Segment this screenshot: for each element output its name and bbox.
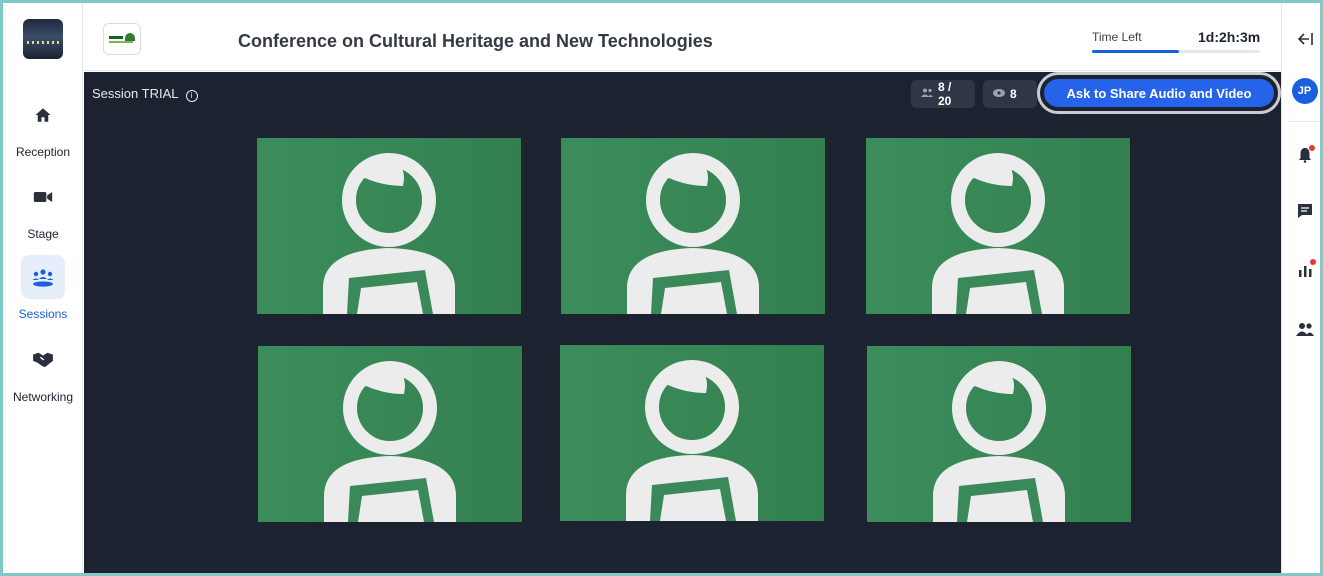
- sidebar-item-reception[interactable]: Reception: [3, 93, 83, 159]
- sidebar-item-label: Networking: [12, 390, 74, 404]
- participant-video-tile[interactable]: [560, 345, 824, 521]
- header: Conference on Cultural Heritage and New …: [84, 3, 1281, 71]
- page-title: Conference on Cultural Heritage and New …: [238, 31, 713, 51]
- viewer-count: 8: [1010, 87, 1017, 101]
- sidebar-item-label: Reception: [15, 145, 71, 159]
- avatar-placeholder-icon: [258, 346, 522, 522]
- collapse-arrow-icon[interactable]: [1282, 27, 1320, 51]
- people-group-icon: [21, 255, 65, 299]
- viewer-count-badge: 8: [983, 80, 1037, 108]
- chat-button[interactable]: [1282, 201, 1320, 221]
- participant-video-tile[interactable]: [257, 138, 521, 314]
- video-camera-icon: [21, 175, 65, 219]
- avatar-placeholder-icon: [257, 138, 521, 314]
- participants-icon: [921, 88, 933, 100]
- right-rail: JP: [1281, 3, 1320, 573]
- avatar-placeholder-icon: [867, 346, 1131, 522]
- eye-icon: [993, 88, 1005, 100]
- participant-video-tile[interactable]: [258, 346, 522, 522]
- time-left-value: 1d:2h:3m: [1198, 29, 1261, 45]
- sidebar-item-sessions[interactable]: Sessions: [3, 255, 83, 321]
- organizer-logo: [103, 23, 141, 55]
- avatar-placeholder-icon: [866, 138, 1130, 314]
- time-left-label: Time Left: [1092, 30, 1142, 44]
- session-title: Session TRIAL i: [92, 86, 198, 102]
- time-left-progress-fill: [1092, 50, 1180, 53]
- left-sidebar: Reception Stage Sessions Networking: [3, 3, 83, 573]
- share-button-highlight: Ask to Share Audio and Video: [1037, 72, 1281, 114]
- avatar: JP: [1291, 78, 1318, 104]
- home-icon: [21, 93, 65, 137]
- polls-notification-dot: [1310, 259, 1316, 265]
- participant-video-tile[interactable]: [561, 138, 825, 314]
- avatar-placeholder-icon: [561, 138, 825, 314]
- avatar-placeholder-icon: [560, 345, 824, 521]
- participant-count-badge: 8 / 20: [911, 80, 975, 108]
- people-button[interactable]: [1282, 319, 1320, 339]
- info-icon[interactable]: i: [185, 90, 198, 102]
- people-icon: [1295, 323, 1314, 336]
- participant-video-tile[interactable]: [867, 346, 1131, 522]
- session-title-text: Session TRIAL: [92, 86, 178, 101]
- sidebar-item-label: Sessions: [18, 307, 68, 321]
- sidebar-item-stage[interactable]: Stage: [3, 175, 83, 241]
- sidebar-item-label: Stage: [27, 227, 59, 241]
- handshake-icon: [21, 338, 65, 382]
- app-window: Reception Stage Sessions Networking Conf…: [0, 0, 1323, 576]
- user-avatar[interactable]: JP: [1282, 77, 1320, 105]
- notification-dot: [1309, 145, 1315, 151]
- participant-count: 8 / 20: [938, 80, 952, 108]
- chat-icon: [1297, 204, 1312, 218]
- polls-button[interactable]: [1282, 259, 1320, 279]
- session-stage: Session TRIAL i 8 / 20 8 Ask to Share Au…: [84, 72, 1281, 573]
- time-left-progress: [1092, 50, 1260, 53]
- sidebar-item-networking[interactable]: Networking: [3, 338, 83, 404]
- event-thumbnail[interactable]: [23, 19, 63, 59]
- participant-video-tile[interactable]: [866, 138, 1130, 314]
- notifications-button[interactable]: [1282, 145, 1320, 165]
- ask-to-share-button[interactable]: Ask to Share Audio and Video: [1044, 79, 1274, 107]
